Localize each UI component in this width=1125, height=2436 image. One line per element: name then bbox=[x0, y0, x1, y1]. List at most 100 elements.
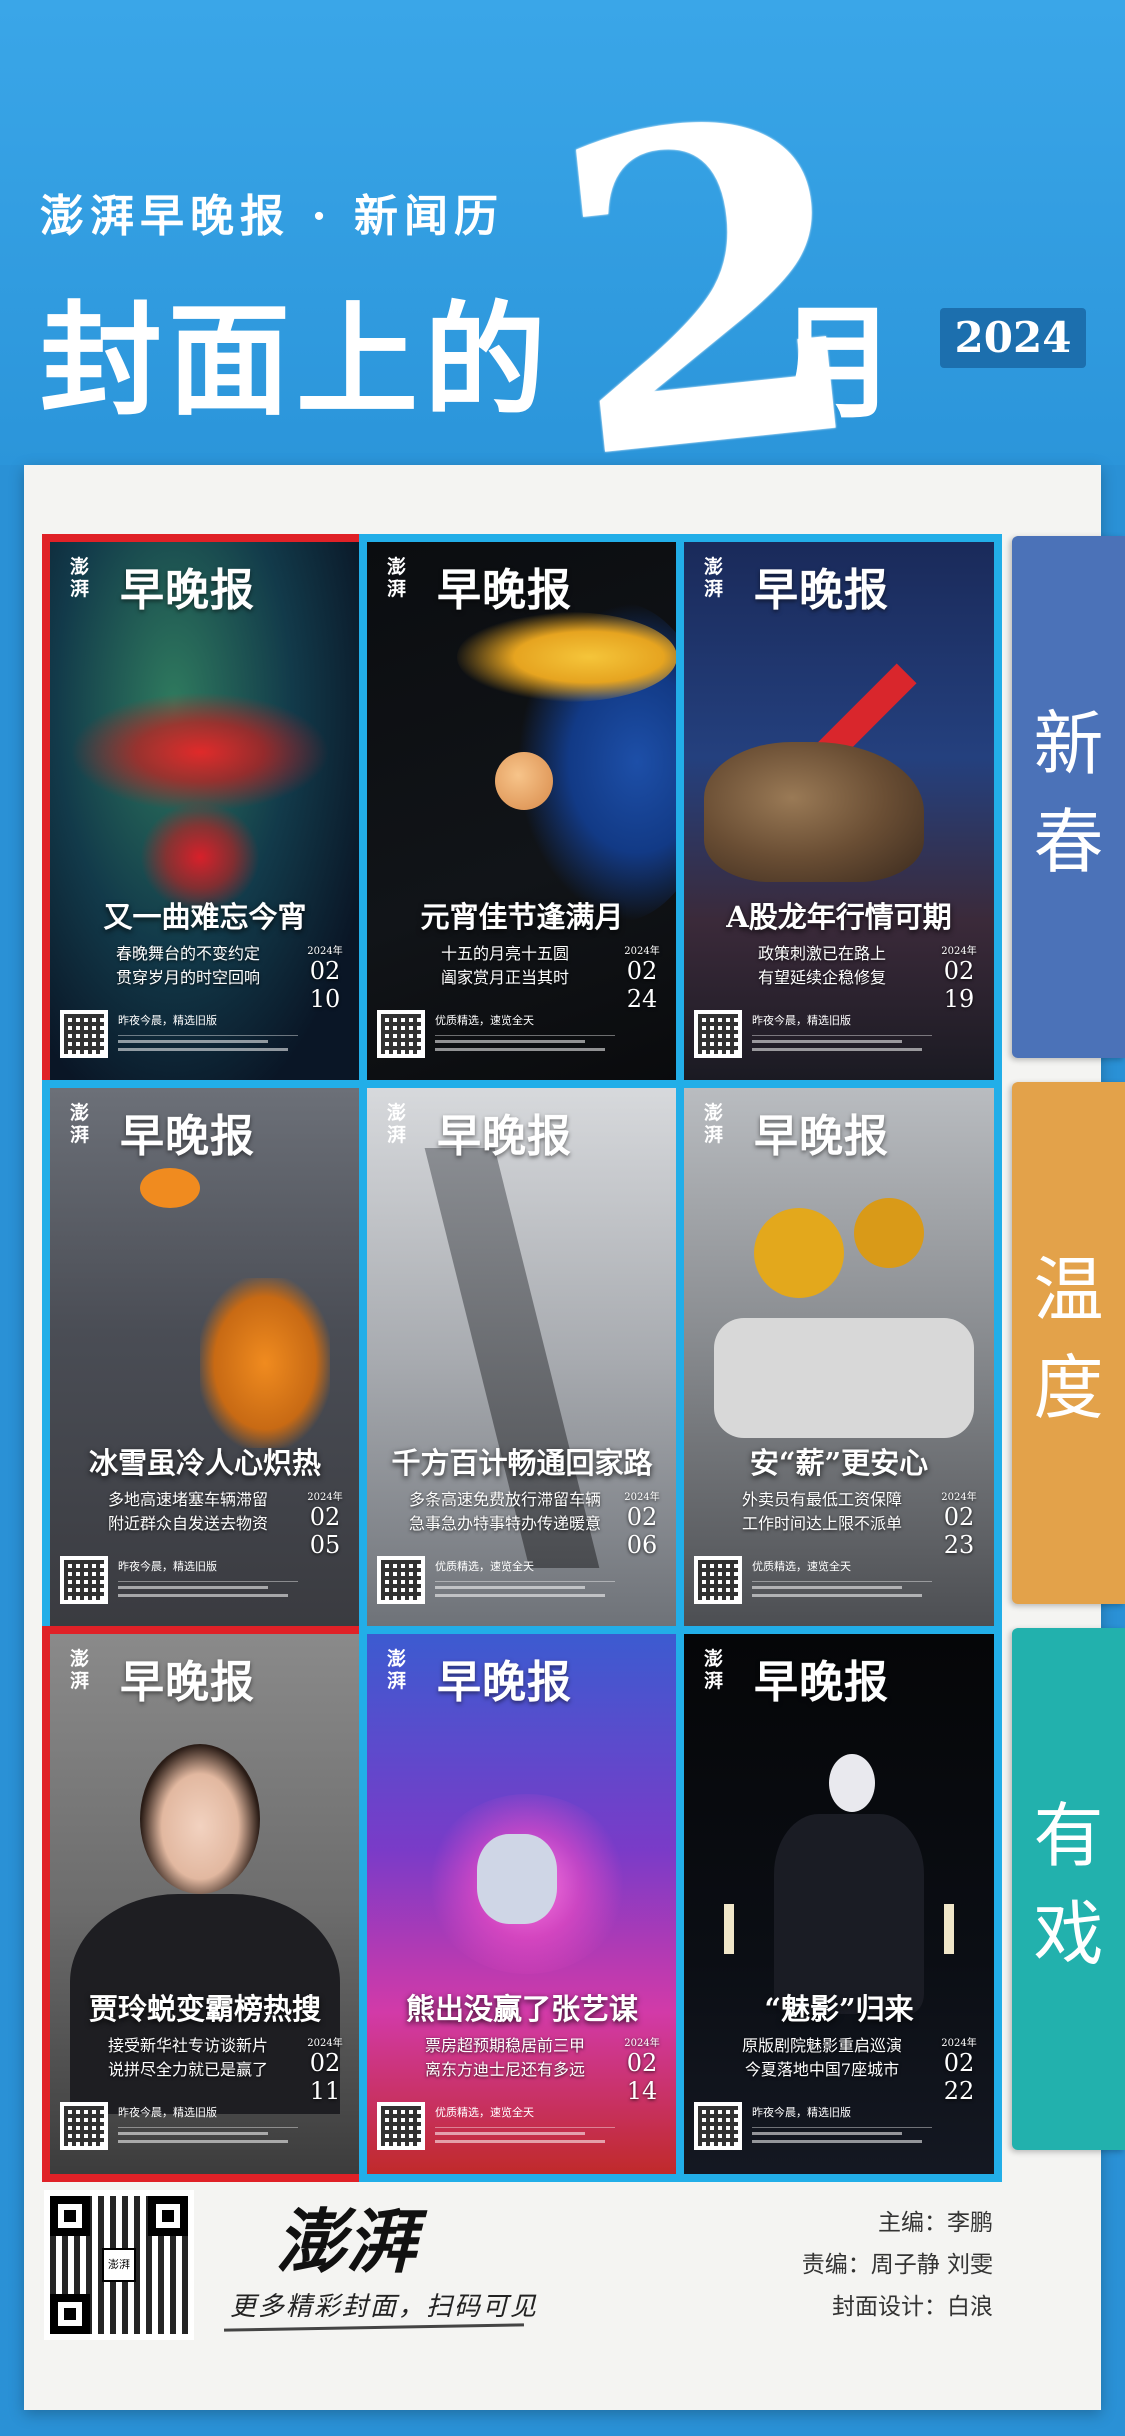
robot-shape bbox=[477, 1834, 557, 1924]
card-year: 2024年 bbox=[941, 1492, 977, 1503]
header-subtitle: 澎湃早晚报 · 新闻历 bbox=[40, 191, 504, 242]
card-logo-small: 澎湃 bbox=[70, 1102, 90, 1146]
card-subtitle: 原版剧院魅影重启巡演 今夏落地中国7座城市 bbox=[702, 2034, 942, 2082]
card-date: 2024年 02 24 bbox=[619, 942, 665, 1013]
card-logo-small: 澎湃 bbox=[704, 556, 724, 600]
card-tagline: 优质精选，速览全天 bbox=[435, 1014, 534, 1027]
card-date: 2024年 02 11 bbox=[302, 2034, 348, 2105]
side-tab-label: 温 bbox=[1033, 1249, 1104, 1331]
card-logo: 早晚报 bbox=[437, 1657, 572, 1708]
card-month: 02 bbox=[943, 1503, 975, 1531]
card-logo: 早晚报 bbox=[754, 1111, 889, 1162]
cover-card[interactable]: 澎湃 早晚报 安“薪”更安心 外卖员有最低工资保障 工作时间达上限不派单 202… bbox=[676, 1080, 1002, 1636]
card-credits bbox=[118, 1035, 298, 1055]
rider-shape bbox=[854, 1198, 924, 1268]
card-year: 2024年 bbox=[624, 1492, 660, 1503]
footer-brand-logo: 澎湃 bbox=[276, 2200, 416, 2283]
cover-card[interactable]: 澎湃 早晚报 又一曲难忘今宵 春晚舞台的不变约定 贯穿岁月的时空回响 2024年… bbox=[42, 534, 368, 1090]
dancer-shape bbox=[70, 692, 330, 812]
card-subtitle: 外卖员有最低工资保障 工作时间达上限不派单 bbox=[702, 1488, 942, 1536]
card-logo-small: 澎湃 bbox=[70, 556, 90, 600]
footer-duty-editor: 责编：周子静 刘雯 bbox=[801, 2252, 993, 2278]
card-credits bbox=[118, 1581, 298, 1601]
card-date: 2024年 02 22 bbox=[936, 2034, 982, 2105]
cover-card[interactable]: 澎湃 早晚报 元宵佳节逢满月 十五的月亮十五圆 阖家赏月正当其时 2024年 0… bbox=[359, 534, 685, 1090]
card-subtitle: 票房超预期稳居前三甲 离东方迪士尼还有多远 bbox=[385, 2034, 625, 2082]
card-day: 22 bbox=[943, 2077, 975, 2105]
card-headline: 冰雪虽冷人心炽热 bbox=[88, 1446, 321, 1480]
card-credits bbox=[118, 2127, 298, 2147]
side-tab-label: 有 bbox=[1033, 1795, 1104, 1877]
card-headline: “魅影”归来 bbox=[764, 1992, 914, 2026]
card-tagline: 昨夜今晨，精选旧版 bbox=[752, 2106, 851, 2119]
card-subtitle-line: 外卖员有最低工资保障 bbox=[741, 1490, 902, 1509]
card-year: 2024年 bbox=[307, 2038, 343, 2049]
card-tagline: 优质精选，速览全天 bbox=[435, 1560, 534, 1573]
card-subtitle-line: 离东方迪士尼还有多远 bbox=[424, 2060, 585, 2079]
card-headline: 又一曲难忘今宵 bbox=[103, 900, 307, 934]
qr-center-logo: 澎湃 bbox=[102, 2248, 136, 2282]
card-subtitle-line: 有望延续企稳修复 bbox=[757, 968, 886, 987]
side-tab-youxi[interactable]: 有 戏 bbox=[1012, 1628, 1125, 2150]
card-date: 2024年 02 23 bbox=[936, 1488, 982, 1559]
footer-qr-code[interactable]: 澎湃 bbox=[44, 2190, 194, 2340]
card-year: 2024年 bbox=[307, 946, 343, 957]
cover-card[interactable]: 澎湃 早晚报 A股龙年行情可期 政策刺激已在路上 有望延续企稳修复 2024年 … bbox=[676, 534, 1002, 1090]
orange-hat-shape bbox=[140, 1168, 200, 1208]
card-headline: 熊出没赢了张艺谋 bbox=[405, 1992, 638, 2026]
cover-card[interactable]: 澎湃 早晚报 “魅影”归来 原版剧院魅影重启巡演 今夏落地中国7座城市 2024… bbox=[676, 1626, 1002, 2182]
card-logo-small: 澎湃 bbox=[387, 556, 407, 600]
card-day: 06 bbox=[626, 1531, 658, 1559]
side-tab-wendu[interactable]: 温 度 bbox=[1012, 1082, 1125, 1604]
card-subtitle-line: 多条高速免费放行滞留车辆 bbox=[408, 1490, 601, 1509]
cover-card[interactable]: 澎湃 早晚报 贾玲蜕变霸榜热搜 接受新华社专访谈新片 说拼尽全力就已是赢了 20… bbox=[42, 1626, 368, 2182]
card-subtitle: 政策刺激已在路上 有望延续企稳修复 bbox=[702, 942, 942, 990]
cover-card[interactable]: 澎湃 早晚报 熊出没赢了张艺谋 票房超预期稳居前三甲 离东方迪士尼还有多远 20… bbox=[359, 1626, 685, 2182]
card-logo: 早晚报 bbox=[754, 1657, 889, 1708]
card-year: 2024年 bbox=[624, 2038, 660, 2049]
card-subtitle-line: 阖家赏月正当其时 bbox=[440, 968, 569, 987]
card-day: 14 bbox=[626, 2077, 658, 2105]
card-credits bbox=[435, 1035, 615, 1055]
card-tagline: 昨夜今晨，精选旧版 bbox=[118, 1014, 217, 1027]
card-headline: 贾玲蜕变霸榜热搜 bbox=[88, 1992, 321, 2026]
card-date: 2024年 02 19 bbox=[936, 942, 982, 1013]
portrait-head-shape bbox=[140, 1744, 260, 1894]
card-month: 02 bbox=[626, 1503, 658, 1531]
performer-body-shape bbox=[774, 1814, 924, 2014]
candle-shape bbox=[944, 1904, 954, 1954]
yellow-swoosh bbox=[457, 612, 677, 702]
card-subtitle: 接受新华社专访谈新片 说拼尽全力就已是赢了 bbox=[68, 2034, 308, 2082]
card-logo-small: 澎湃 bbox=[387, 1102, 407, 1146]
side-tab-xinchun[interactable]: 新 春 bbox=[1012, 536, 1125, 1058]
full-moon bbox=[495, 752, 553, 810]
card-day: 23 bbox=[943, 1531, 975, 1559]
card-logo-small: 澎湃 bbox=[70, 1648, 90, 1692]
footer-slogan: 更多精彩封面，扫码可见 bbox=[230, 2292, 539, 2322]
card-subtitle-line: 今夏落地中国7座城市 bbox=[744, 2060, 900, 2079]
card-tagline: 昨夜今晨，精选旧版 bbox=[118, 1560, 217, 1573]
card-logo-small: 澎湃 bbox=[704, 1648, 724, 1692]
card-qr-code bbox=[377, 1010, 425, 1058]
card-tagline: 昨夜今晨，精选旧版 bbox=[752, 1014, 851, 1027]
card-year: 2024年 bbox=[941, 2038, 977, 2049]
card-subtitle: 春晚舞台的不变约定 贯穿岁月的时空回响 bbox=[68, 942, 308, 990]
year-badge: 2024 bbox=[940, 308, 1086, 368]
card-logo: 早晚报 bbox=[437, 565, 572, 616]
card-day: 05 bbox=[309, 1531, 341, 1559]
card-month: 02 bbox=[626, 2049, 658, 2077]
side-tab-label: 春 bbox=[1033, 801, 1104, 883]
card-credits bbox=[752, 2127, 932, 2147]
card-day: 19 bbox=[943, 985, 975, 1013]
cover-card[interactable]: 澎湃 早晚报 千方百计畅通回家路 多条高速免费放行滞留车辆 急事急办特事特办传递… bbox=[359, 1080, 685, 1636]
footer-designer: 封面设计：白浪 bbox=[832, 2294, 993, 2320]
header-title-suffix: 月 bbox=[775, 291, 897, 435]
card-subtitle-line: 票房超预期稳居前三甲 bbox=[424, 2036, 585, 2055]
card-year: 2024年 bbox=[307, 1492, 343, 1503]
card-qr-code bbox=[60, 1010, 108, 1058]
cover-card[interactable]: 澎湃 早晚报 冰雪虽冷人心炽热 多地高速堵塞车辆滞留 附近群众自发送去物资 20… bbox=[42, 1080, 368, 1636]
card-logo: 早晚报 bbox=[120, 1111, 255, 1162]
footer-editor: 主编：李鹏 bbox=[878, 2210, 993, 2236]
card-qr-code bbox=[377, 2102, 425, 2150]
card-month: 02 bbox=[309, 957, 341, 985]
